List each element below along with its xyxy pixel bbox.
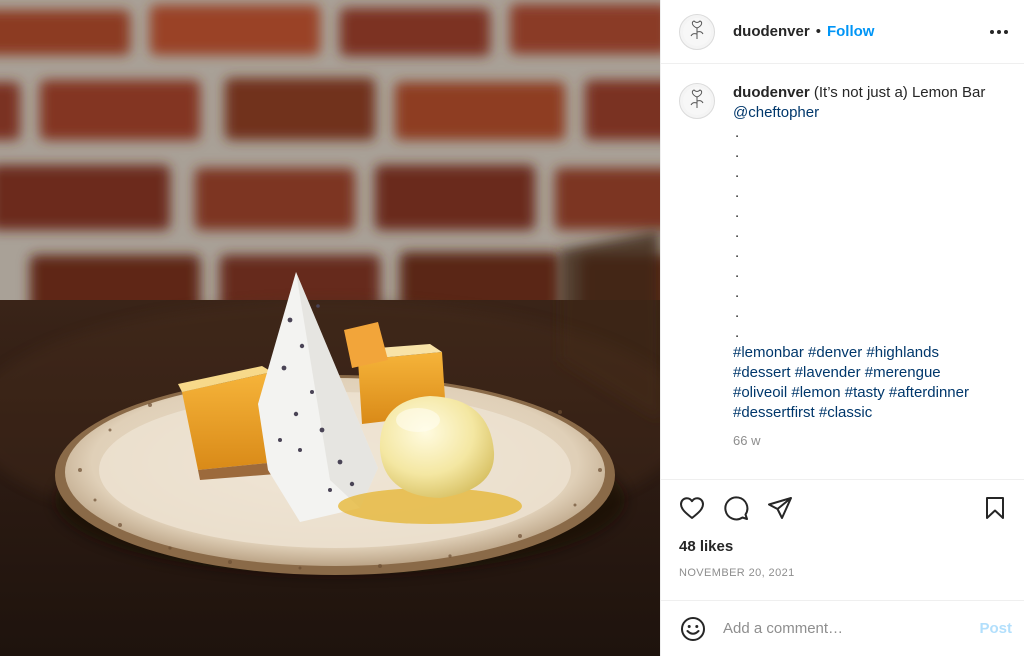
author-avatar[interactable] bbox=[679, 13, 715, 50]
more-options-icon[interactable] bbox=[990, 29, 1008, 34]
caption-dot: . bbox=[735, 284, 740, 301]
share-icon[interactable] bbox=[767, 495, 793, 521]
caption-body: duodenver (It’s not just a) Lemon Bar @c… bbox=[733, 83, 995, 451]
heart-icon[interactable] bbox=[679, 495, 705, 521]
caption-time-ago[interactable]: 66 w bbox=[733, 431, 995, 451]
caption-dot: . bbox=[735, 264, 740, 281]
header-separator: • bbox=[815, 23, 821, 40]
avatar-flower-icon bbox=[683, 87, 711, 115]
post-side-panel: duodenver • Follow duodenver (It’s not j… bbox=[660, 0, 1024, 656]
post-header: duodenver • Follow bbox=[661, 0, 1024, 64]
caption-dot: . bbox=[735, 144, 740, 161]
caption-username[interactable]: duodenver bbox=[733, 84, 810, 101]
likes-count[interactable]: 48 likes bbox=[679, 538, 1008, 555]
post-comment-button[interactable]: Post bbox=[979, 620, 1012, 637]
caption-dot: . bbox=[735, 304, 740, 321]
avatar-flower-icon bbox=[683, 17, 711, 46]
caption-avatar[interactable] bbox=[679, 83, 715, 119]
header-username[interactable]: duodenver bbox=[733, 23, 810, 40]
post-photo[interactable] bbox=[0, 0, 660, 656]
caption-row: duodenver (It’s not just a) Lemon Bar @c… bbox=[679, 83, 1008, 451]
post-photo-image bbox=[0, 0, 660, 656]
caption-hashtags[interactable]: #lemonbar #denver #highlands #dessert #l… bbox=[733, 343, 995, 423]
caption-dot: . bbox=[735, 164, 740, 181]
caption-dot: . bbox=[735, 204, 740, 221]
comment-bar: Post bbox=[661, 600, 1024, 656]
caption-text-line: duodenver (It’s not just a) Lemon Bar bbox=[733, 83, 995, 103]
caption-dots: . . . . . . . . . . . bbox=[733, 123, 995, 343]
caption-dot: . bbox=[735, 124, 740, 141]
caption-mention[interactable]: @cheftopher bbox=[733, 103, 995, 123]
comment-input[interactable] bbox=[723, 620, 980, 637]
bookmark-icon[interactable] bbox=[982, 495, 1008, 521]
caption-text: (It’s not just a) Lemon Bar bbox=[813, 84, 986, 101]
caption-dot: . bbox=[735, 184, 740, 201]
post-date[interactable]: NOVEMBER 20, 2021 bbox=[679, 567, 1008, 579]
follow-button[interactable]: Follow bbox=[827, 23, 875, 40]
emoji-icon[interactable] bbox=[679, 615, 707, 643]
caption-dot: . bbox=[735, 224, 740, 241]
caption-dot: . bbox=[735, 324, 740, 341]
caption-dot: . bbox=[735, 244, 740, 261]
actions-area: 48 likes NOVEMBER 20, 2021 bbox=[661, 479, 1024, 579]
caption-area: duodenver (It’s not just a) Lemon Bar @c… bbox=[661, 65, 1024, 479]
comment-icon[interactable] bbox=[723, 495, 749, 521]
action-bar bbox=[679, 480, 1008, 536]
